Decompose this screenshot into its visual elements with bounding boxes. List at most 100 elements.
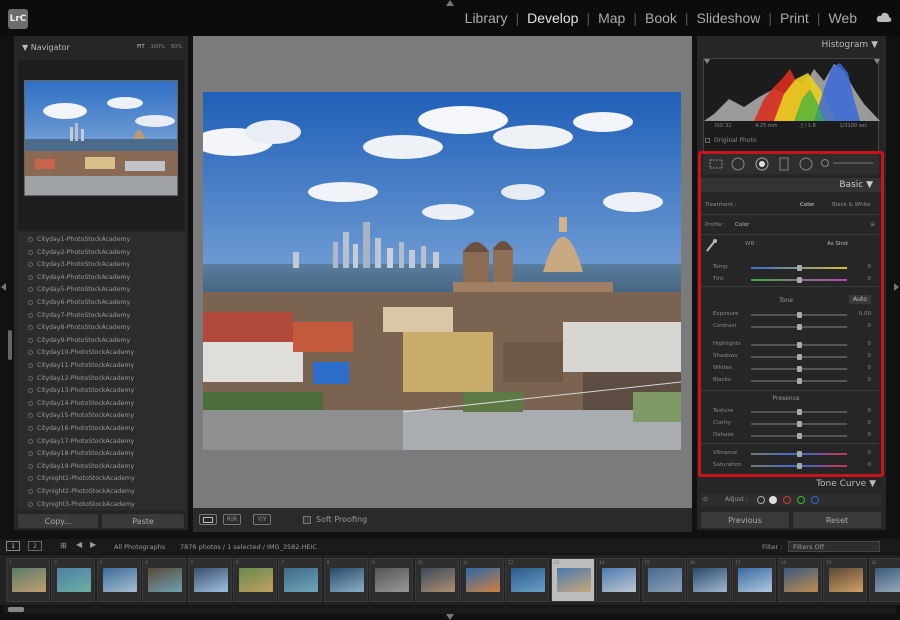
preset-item[interactable]: Cityday18-PhotoStockAcademy	[28, 450, 134, 457]
filter-dropdown[interactable]: Filters Off	[788, 541, 880, 552]
green-channel-icon[interactable]	[797, 496, 805, 504]
before-after-view-button[interactable]: R|R	[223, 514, 241, 525]
module-book[interactable]: Book	[642, 10, 680, 26]
loupe-view-button[interactable]	[199, 514, 217, 525]
collapse-triangle-icon: ▼	[22, 43, 31, 52]
collapse-left-arrow-icon[interactable]	[1, 283, 6, 291]
filmstrip-thumbnail[interactable]: 14	[596, 558, 641, 602]
zoom-50-option[interactable]: 50%	[171, 44, 182, 50]
filmstrip-thumbnail[interactable]: 20	[868, 558, 900, 602]
module-develop[interactable]: Develop	[524, 10, 581, 26]
preset-item[interactable]: Cityday5-PhotoStockAcademy	[28, 286, 130, 293]
collapse-top-arrow-icon[interactable]	[446, 0, 454, 6]
histogram-header[interactable]: Histogram ▼	[822, 40, 878, 50]
preset-icon	[28, 337, 33, 343]
collapse-bottom-arrow-icon[interactable]	[446, 614, 454, 620]
filmstrip-thumbnail[interactable]: 3	[96, 558, 141, 602]
filmstrip-thumbnail[interactable]: 9	[369, 558, 414, 602]
before-after-swap-button[interactable]: Y|Y	[253, 514, 271, 525]
thumbnail-number: 17	[735, 560, 741, 565]
filmstrip-scroll-thumb[interactable]	[8, 607, 24, 612]
filmstrip-thumbnail[interactable]: 4	[142, 558, 187, 602]
reset-button[interactable]: Reset	[793, 512, 881, 528]
preset-item[interactable]: Cityday8-PhotoStockAcademy	[28, 324, 130, 331]
copy-settings-button[interactable]: Copy...	[18, 514, 98, 528]
filmstrip-thumbnail[interactable]: 16	[687, 558, 731, 602]
module-print[interactable]: Print	[777, 10, 812, 26]
module-web[interactable]: Web	[825, 10, 860, 26]
previous-settings-button[interactable]: Previous	[701, 512, 789, 528]
secondary-window-button[interactable]: 2	[28, 541, 42, 551]
filmstrip-scrollbar[interactable]	[4, 606, 896, 614]
filmstrip-thumbnail[interactable]: 12	[505, 558, 550, 602]
preset-item[interactable]: Cityday9-PhotoStockAcademy	[28, 337, 130, 344]
thumbnail-image	[420, 568, 455, 592]
point-curve-white-icon[interactable]	[769, 496, 777, 504]
cloud-sync-icon[interactable]	[876, 11, 892, 23]
top-module-bar: LrC Library | Develop | Map | Book | Slideshow | P…	[0, 0, 900, 36]
main-photo[interactable]	[203, 92, 681, 450]
back-arrow-icon[interactable]: ◀	[76, 540, 82, 549]
preset-item[interactable]: Cityday14-PhotoStockAcademy	[28, 400, 134, 407]
preset-item[interactable]: Cityday17-PhotoStockAcademy	[28, 438, 134, 445]
preset-item[interactable]: Cityday4-PhotoStockAcademy	[28, 274, 130, 281]
preset-label: Cityday19-PhotoStockAcademy	[37, 462, 135, 470]
preset-item[interactable]: Cityday12-PhotoStockAcademy	[28, 375, 134, 382]
red-channel-icon[interactable]	[783, 496, 791, 504]
grid-view-icon[interactable]: ⊞	[60, 541, 67, 550]
soft-proofing-toggle[interactable]: Soft Proofing	[303, 515, 367, 524]
filmstrip-thumbnail[interactable]: 15	[641, 558, 686, 602]
preset-item[interactable]: Cityday7-PhotoStockAcademy	[28, 312, 130, 319]
navigator-thumbnail[interactable]	[24, 80, 178, 196]
left-panel-resize-handle[interactable]	[8, 330, 12, 360]
preset-item[interactable]: Citynight2-PhotoStockAcademy	[28, 488, 135, 495]
filmstrip-thumbnail[interactable]: 18	[777, 558, 822, 602]
preset-item[interactable]: Cityday6-PhotoStockAcademy	[28, 299, 130, 306]
tone-curve-header[interactable]: Tone Curve ▼	[816, 479, 876, 489]
filmstrip-thumbnail[interactable]: 6	[233, 558, 277, 602]
thumbnail-image	[466, 568, 500, 592]
preset-item[interactable]: Cityday10-PhotoStockAcademy	[28, 349, 134, 356]
preset-item[interactable]: Citynight3-PhotoStockAcademy	[28, 501, 135, 508]
filmstrip-thumbnail[interactable]: 17	[732, 558, 777, 602]
zoom-100-option[interactable]: 100%	[151, 44, 165, 50]
module-slideshow[interactable]: Slideshow	[694, 10, 764, 26]
original-photo-toggle[interactable]: Original Photo	[705, 137, 757, 144]
point-curve-icon[interactable]: ⊙	[703, 496, 708, 503]
original-photo-checkbox[interactable]	[705, 138, 710, 143]
collapse-right-arrow-icon[interactable]	[894, 283, 899, 291]
preset-item[interactable]: Cityday13-PhotoStockAcademy	[28, 387, 134, 394]
zoom-fit-option[interactable]: FIT	[137, 44, 144, 50]
main-window-button[interactable]: 1	[6, 541, 20, 551]
filmstrip-thumbnail[interactable]: 11	[460, 558, 504, 602]
navigator-header[interactable]: ▼ Navigator FIT 100% 50%	[14, 40, 188, 56]
module-map[interactable]: Map	[595, 10, 628, 26]
filmstrip-thumbnail[interactable]: 5	[187, 558, 232, 602]
filmstrip-thumbnail[interactable]: 10	[414, 558, 459, 602]
filmstrip-thumbnail[interactable]: 2	[51, 558, 96, 602]
soft-proofing-checkbox[interactable]	[303, 515, 311, 524]
forward-arrow-icon[interactable]: ▶	[90, 540, 96, 549]
preset-item[interactable]: Cityday16-PhotoStockAcademy	[28, 425, 134, 432]
blue-channel-icon[interactable]	[811, 496, 819, 504]
preset-item[interactable]: Cityday15-PhotoStockAcademy	[28, 412, 134, 419]
filmstrip-thumbnail[interactable]: 1	[6, 558, 50, 602]
preset-item[interactable]: Cityday11-PhotoStockAcademy	[28, 362, 134, 369]
filmstrip-thumbnail[interactable]: 19	[823, 558, 868, 602]
preset-item[interactable]: Citynight1-PhotoStockAcademy	[28, 475, 135, 482]
preset-label: Cityday14-PhotoStockAcademy	[37, 399, 135, 407]
thumbnail-image	[239, 568, 273, 592]
filmstrip-thumbnail[interactable]: 7	[278, 558, 323, 602]
filmstrip-thumbnail[interactable]: 13	[550, 558, 595, 602]
source-label[interactable]: All Photographs	[114, 543, 165, 551]
thumbnail-number: 11	[463, 560, 469, 565]
parametric-curve-icon[interactable]	[757, 496, 765, 504]
focal-length: 4.25 mm	[755, 123, 778, 129]
preset-item[interactable]: Cityday3-PhotoStockAcademy	[28, 261, 130, 268]
preset-item[interactable]: Cityday1-PhotoStockAcademy	[28, 236, 130, 243]
preset-item[interactable]: Cityday2-PhotoStockAcademy	[28, 249, 130, 256]
module-library[interactable]: Library	[462, 10, 511, 26]
preset-item[interactable]: Cityday19-PhotoStockAcademy	[28, 463, 134, 470]
filmstrip-thumbnail[interactable]: 8	[323, 558, 368, 602]
paste-settings-button[interactable]: Paste	[102, 514, 184, 528]
